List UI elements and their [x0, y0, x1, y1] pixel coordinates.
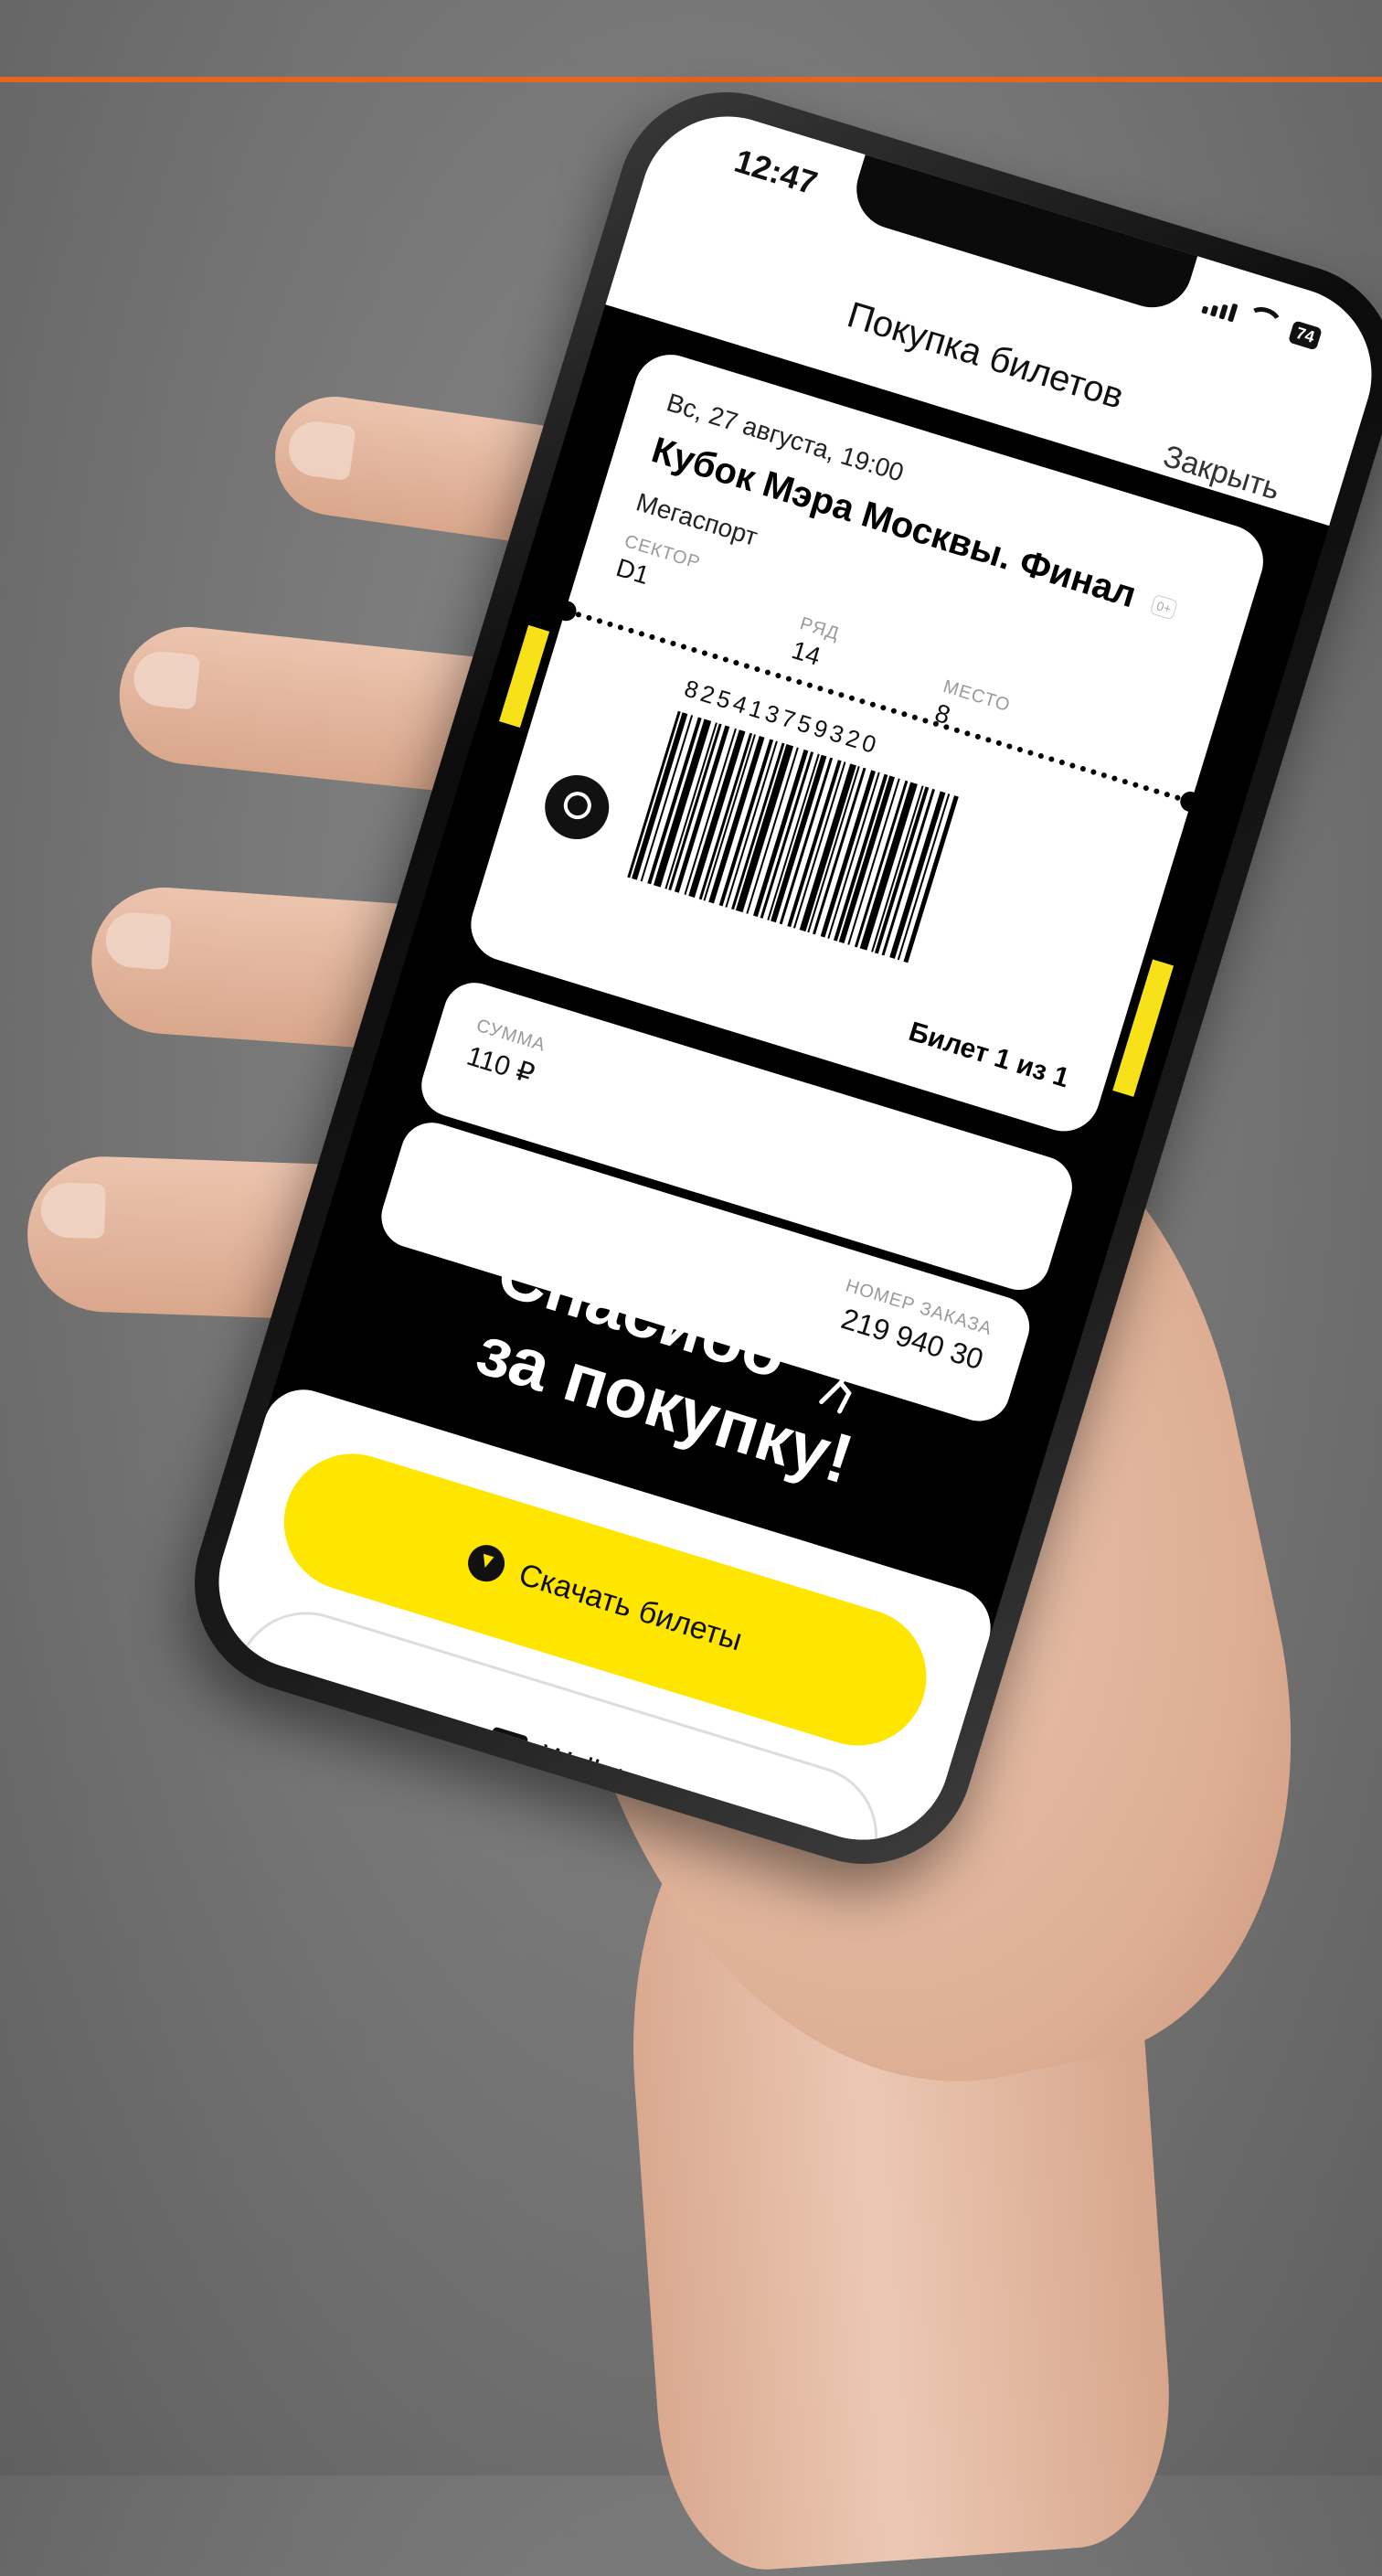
- barcode-bar: [627, 710, 681, 878]
- age-badge: 0+: [1149, 594, 1179, 621]
- zoom-icon[interactable]: [537, 767, 617, 847]
- ticket-marker-left: [499, 624, 550, 729]
- ticket-count: Билет 1 из 1: [905, 1016, 1073, 1094]
- sector-field: СЕКТОР D1: [612, 531, 703, 604]
- download-label: Скачать билеты: [515, 1556, 747, 1658]
- runner-icon: [819, 1348, 877, 1414]
- barcode: [627, 710, 1062, 995]
- download-icon: [463, 1540, 510, 1587]
- row-field: РЯД 14: [788, 613, 842, 675]
- signal-icon: [1201, 295, 1238, 323]
